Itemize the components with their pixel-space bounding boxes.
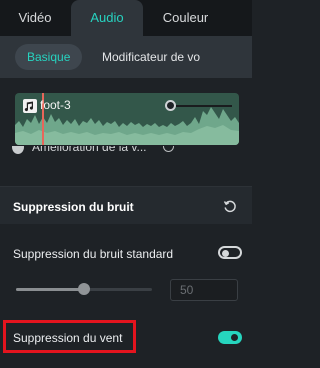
subtab-voice-modifier[interactable]: Modificateur de vo xyxy=(88,44,252,70)
tab-more[interactable] xyxy=(236,0,252,36)
standard-noise-label: Suppression du bruit standard xyxy=(13,247,174,261)
tab-bar: Vidéo Audio Couleur xyxy=(0,0,252,36)
subtab-basic[interactable]: Basique xyxy=(15,44,83,70)
noise-level-input[interactable]: 50 xyxy=(170,279,238,301)
tab-color[interactable]: Couleur xyxy=(143,0,228,36)
subtab-row: Basique Modificateur de vo xyxy=(0,36,252,78)
toggle-knob xyxy=(231,334,238,341)
volume-line[interactable] xyxy=(176,105,232,107)
music-note-icon xyxy=(23,99,37,113)
wind-removal-toggle[interactable] xyxy=(218,331,242,344)
tab-audio[interactable]: Audio xyxy=(71,0,143,36)
voice-enhancement-row: Amélioration de la v... xyxy=(0,146,252,166)
voice-enhancement-label: Amélioration de la v... xyxy=(32,146,147,154)
clip-name: foot-3 xyxy=(40,98,71,112)
slider-fill xyxy=(16,288,84,291)
reset-icon[interactable] xyxy=(222,198,238,214)
audio-waveform-clip[interactable]: foot-3 xyxy=(15,93,239,145)
voice-enhancement-toggle[interactable] xyxy=(12,146,24,154)
section-title: Suppression du bruit xyxy=(13,200,134,214)
toggle-knob xyxy=(222,249,229,257)
slider-handle[interactable] xyxy=(78,283,90,295)
standard-noise-toggle[interactable] xyxy=(218,246,242,259)
highlight-box xyxy=(3,320,136,353)
info-icon[interactable] xyxy=(163,146,174,152)
tab-video[interactable]: Vidéo xyxy=(0,0,70,36)
volume-handle[interactable] xyxy=(165,100,176,111)
noise-removal-section: Suppression du bruit xyxy=(0,186,252,224)
